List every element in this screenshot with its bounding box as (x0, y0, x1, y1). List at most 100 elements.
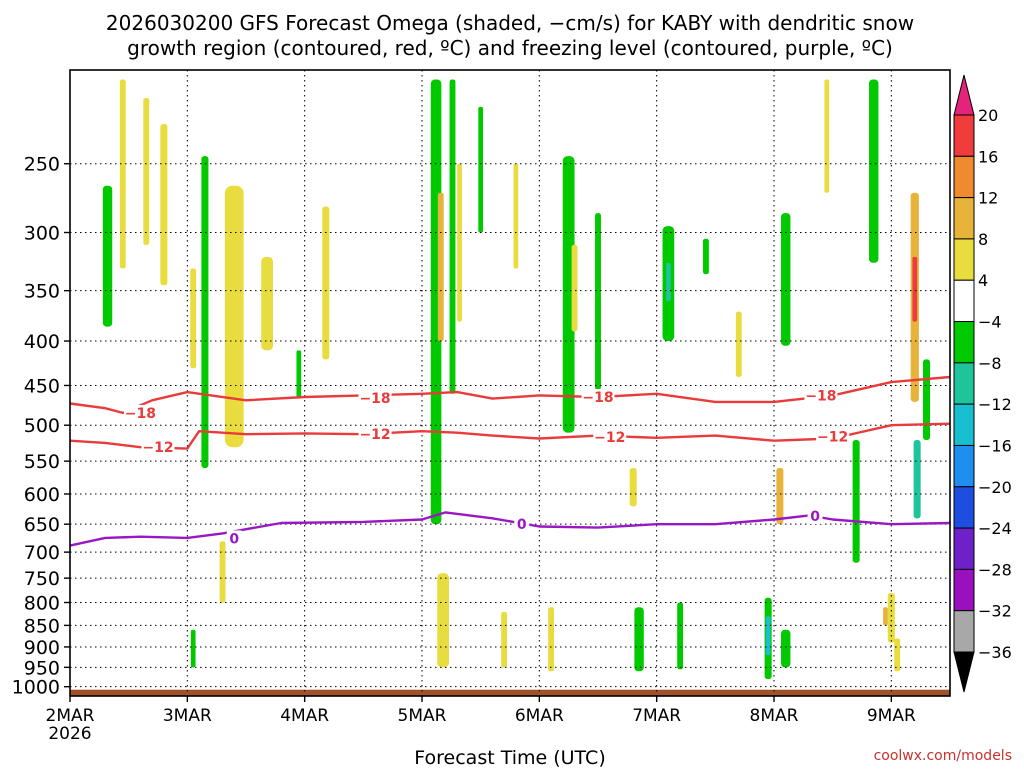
omega-cell-17 (571, 244, 578, 332)
omega-cell-20 (666, 262, 671, 302)
omega-cell-12 (449, 79, 456, 394)
omega-cell-45 (219, 541, 226, 603)
chart-title-line-1: 2026030200 GFS Forecast Omega (shaded, −… (106, 11, 914, 35)
contour-label-6: −12 (594, 430, 625, 446)
colorbar-swatch-6 (953, 362, 975, 405)
omega-cell-31 (776, 467, 784, 525)
contour-label-9: 0 (517, 517, 527, 533)
omega-cell-43 (548, 607, 554, 672)
contour-label-2: −18 (582, 390, 613, 406)
colorbar-swatch-2 (953, 197, 975, 240)
omega-cell-40 (765, 616, 771, 656)
colorbar-label-5: −4 (978, 313, 1002, 332)
colorbar: 20 16 12 8 4 −4 −8 −12 −16 −20 −24 −28 −32 −36 (953, 74, 1012, 693)
omega-cell-44 (677, 602, 684, 670)
colorbar-label-0: 20 (978, 106, 998, 125)
omega-cell-34 (634, 607, 644, 672)
omega-cell-5 (201, 156, 209, 468)
ytick-label-300: 300 (24, 223, 60, 245)
omega-cell-7 (261, 256, 273, 351)
colorbar-swatch-5 (953, 321, 975, 364)
colorbar-label-1: 16 (978, 147, 998, 166)
ytick-label-250: 250 (24, 154, 60, 176)
colorbar-label-12: −32 (978, 602, 1012, 621)
colorbar-label-3: 8 (978, 230, 988, 249)
colorbar-label-4: 4 (978, 271, 988, 290)
omega-cell-22 (735, 311, 742, 377)
colorbar-label-7: −12 (978, 395, 1012, 414)
xtick-label-4MAR: 4MAR (280, 706, 329, 726)
ytick-label-500: 500 (24, 415, 60, 437)
xtick-label-7MAR: 7MAR (632, 706, 681, 726)
colorbar-swatch-10 (953, 527, 975, 570)
colorbar-label-2: 12 (978, 189, 998, 208)
ground-bar (70, 689, 950, 696)
chart-stage: 2026030200 GFS Forecast Omega (shaded, −… (0, 0, 1024, 769)
ytick-label-400: 400 (24, 331, 60, 353)
xtick-label-8MAR: 8MAR (750, 706, 799, 726)
omega-cell-36 (894, 638, 901, 672)
omega-cell-23 (781, 213, 791, 346)
omega-cell-41 (190, 629, 196, 668)
omega-cell-25 (869, 79, 879, 263)
omega-cell-1 (119, 79, 126, 269)
omega-cell-3 (160, 123, 168, 286)
colorbar-label-9: −20 (978, 478, 1012, 497)
ytick-label-800: 800 (24, 593, 60, 615)
ytick-label-650: 650 (24, 514, 60, 536)
contour-label-7: −12 (817, 429, 848, 445)
omega-cell-11 (437, 192, 444, 342)
xtick-label-9MAR: 9MAR (867, 706, 916, 726)
colorbar-bottom-arrow (953, 651, 975, 693)
omega-time-height-chart: 2026030200 GFS Forecast Omega (shaded, −… (12, 11, 1012, 769)
colorbar-swatch-7 (953, 403, 975, 446)
y-axis-ticks: 250 300 350 400 450 500 550 600 650 700 750 8008509… (12, 154, 70, 699)
xtick-label-5MAR: 5MAR (398, 706, 447, 726)
colorbar-label-11: −28 (978, 560, 1012, 579)
ground-surface (70, 689, 950, 696)
colorbar-swatch-9 (953, 486, 975, 529)
colorbar-swatch-8 (953, 444, 975, 488)
omega-cell-4 (190, 268, 197, 369)
omega-cell-9 (322, 206, 330, 360)
x-axis-label: Forecast Time (UTC) (414, 747, 605, 768)
ytick-label-450: 450 (24, 375, 60, 397)
omega-cell-35 (781, 629, 791, 668)
ytick-label-750: 750 (24, 568, 60, 590)
colorbar-label-13: −36 (978, 643, 1012, 662)
contour-label-1: −18 (359, 391, 390, 407)
colorbar-swatch-12 (953, 610, 975, 653)
colorbar-swatch-4 (953, 279, 975, 323)
omega-cell-21 (703, 238, 709, 275)
omega-cell-13 (457, 163, 462, 322)
colorbar-swatch-0 (953, 114, 975, 157)
ytick-label-1000: 1000 (12, 677, 60, 699)
colorbar-label-10: −24 (978, 519, 1012, 538)
colorbar-top-arrow (953, 74, 975, 116)
omega-cell-32 (852, 440, 860, 563)
contour-label-3: −18 (805, 388, 836, 404)
omega-cell-18 (595, 213, 601, 390)
omega-cell-0 (102, 185, 113, 327)
omega-cell-42 (501, 611, 508, 668)
omega-cell-14 (478, 106, 484, 233)
colorbar-swatch-3 (953, 238, 975, 281)
contour-label-5: −12 (359, 427, 390, 443)
ytick-label-600: 600 (24, 484, 60, 506)
omega-cell-27 (912, 256, 918, 322)
x-axis-ticks: 2MAR 3MAR 4MAR 5MAR 6MAR 7MAR 8MAR 9MAR 2026 (46, 696, 916, 744)
ytick-label-550: 550 (24, 451, 60, 473)
omega-cell-38 (883, 607, 888, 626)
omega-cell-15 (513, 163, 519, 269)
xtick-label-2MAR: 2MAR (46, 706, 95, 726)
watermark: coolwx.com/models (874, 748, 1012, 764)
ytick-label-700: 700 (24, 542, 60, 564)
ytick-label-350: 350 (24, 281, 60, 303)
contour-label-8: 0 (229, 531, 239, 547)
omega-cell-29 (913, 440, 921, 519)
ytick-label-900: 900 (24, 637, 60, 659)
contour-label-10: 0 (810, 509, 820, 525)
xtick-label-6MAR: 6MAR (515, 706, 564, 726)
omega-cell-28 (923, 359, 931, 441)
xtick-year-label: 2026 (48, 724, 91, 744)
